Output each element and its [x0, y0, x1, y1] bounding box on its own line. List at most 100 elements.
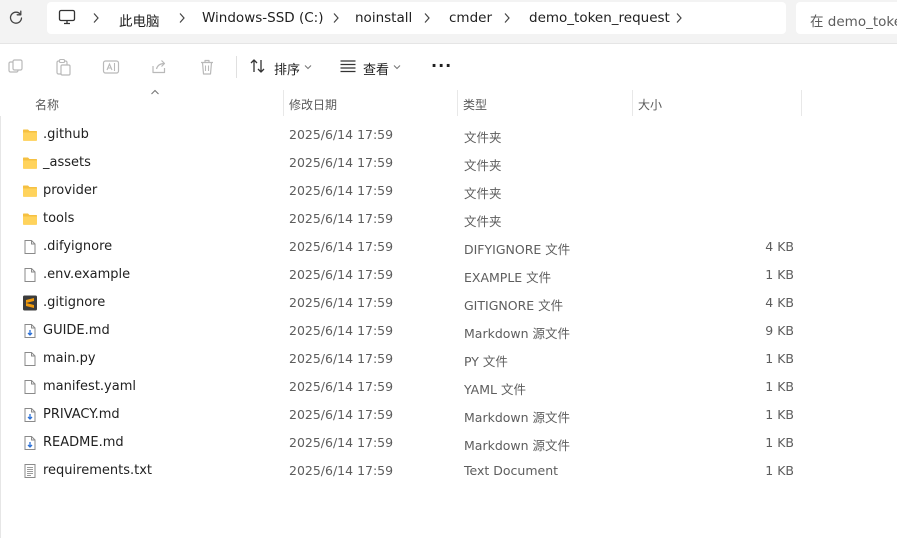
file-icon: [22, 267, 38, 283]
folder-icon: [22, 211, 38, 227]
file-date: 2025/6/14 17:59: [289, 211, 394, 226]
paste-icon[interactable]: [53, 57, 73, 77]
file-name: main.py: [43, 351, 96, 366]
chevron-right-icon[interactable]: [422, 12, 432, 24]
file-date: 2025/6/14 17:59: [289, 379, 394, 394]
file-name: requirements.txt: [43, 463, 153, 478]
toolbar-divider: [236, 56, 237, 78]
share-icon[interactable]: [149, 57, 169, 77]
search-box[interactable]: 在 demo_token_request 中搜索: [796, 2, 897, 34]
computer-icon[interactable]: [58, 9, 76, 25]
markdown-file-icon: [22, 407, 38, 423]
file-type: Markdown 源文件: [464, 438, 571, 453]
column-header-type-label: 类型: [463, 98, 488, 112]
file-date: 2025/6/14 17:59: [289, 435, 394, 450]
column-divider[interactable]: [801, 90, 802, 116]
refresh-icon[interactable]: [6, 8, 26, 28]
file-name: GUIDE.md: [43, 323, 110, 338]
column-header-name[interactable]: 名称: [0, 89, 283, 116]
file-name: .difyignore: [43, 239, 113, 254]
file-row[interactable]: .env.example 2025/6/14 17:59 EXAMPLE 文件 1 K…: [0, 261, 897, 289]
column-header-name-label: 名称: [35, 98, 60, 112]
file-row[interactable]: GUIDE.md 2025/6/14 17:59 Markdown 源文件 9 KB: [0, 317, 897, 345]
rename-icon[interactable]: [101, 57, 121, 77]
breadcrumb-item-demo-token-request[interactable]: demo_token_request: [529, 10, 670, 26]
file-row[interactable]: .difyignore 2025/6/14 17:59 DIFYIGNORE 文件 4…: [0, 233, 897, 261]
more-options-button[interactable]: ···: [427, 55, 457, 79]
cut-icon[interactable]: [6, 57, 26, 77]
folder-icon: [22, 127, 38, 143]
markdown-file-icon: [22, 323, 38, 339]
file-date: 2025/6/14 17:59: [289, 183, 394, 198]
search-input[interactable]: 在 demo_token_request 中搜索: [810, 10, 897, 30]
breadcrumb-item-this-pc[interactable]: 此电脑: [119, 10, 160, 30]
file-date: 2025/6/14 17:59: [289, 463, 394, 478]
view-button[interactable]: 查看: [337, 55, 407, 79]
column-header-date[interactable]: 修改日期: [284, 90, 457, 116]
file-name: README.md: [43, 435, 124, 450]
file-row[interactable]: provider 2025/6/14 17:59 文件夹: [0, 177, 897, 205]
file-date: 2025/6/14 17:59: [289, 239, 394, 254]
file-type: EXAMPLE 文件: [464, 270, 552, 285]
file-name: tools: [43, 211, 75, 226]
file-date: 2025/6/14 17:59: [289, 155, 394, 170]
folder-icon: [22, 155, 38, 171]
file-size: 4 KB: [765, 295, 794, 310]
file-date: 2025/6/14 17:59: [289, 407, 394, 422]
breadcrumb-item-noinstall[interactable]: noinstall: [355, 10, 412, 26]
file-size: 1 KB: [765, 267, 794, 282]
file-row[interactable]: README.md 2025/6/14 17:59 Markdown 源文件 1 KB: [0, 429, 897, 457]
file-date: 2025/6/14 17:59: [289, 127, 394, 142]
file-size: 1 KB: [765, 435, 794, 450]
file-row[interactable]: _assets 2025/6/14 17:59 文件夹: [0, 149, 897, 177]
file-type: PY 文件: [464, 354, 508, 369]
chevron-right-icon[interactable]: [177, 12, 187, 24]
file-size: 1 KB: [765, 379, 794, 394]
column-header-date-label: 修改日期: [289, 98, 338, 112]
file-type: DIFYIGNORE 文件: [464, 242, 571, 257]
markdown-file-icon: [22, 435, 38, 451]
file-row[interactable]: main.py 2025/6/14 17:59 PY 文件 1 KB: [0, 345, 897, 373]
breadcrumb-item-drive[interactable]: Windows-SSD (C:): [202, 10, 323, 26]
file-type: GITIGNORE 文件: [464, 298, 564, 313]
sort-label: 排序: [274, 63, 301, 78]
chevron-right-icon[interactable]: [674, 12, 684, 24]
view-label: 查看: [363, 63, 390, 78]
file-name: manifest.yaml: [43, 379, 136, 394]
file-type: 文件夹: [464, 186, 502, 201]
chevron-right-icon[interactable]: [502, 12, 512, 24]
chevron-right-icon[interactable]: [331, 12, 341, 24]
more-icon: ···: [431, 56, 453, 75]
file-type: 文件夹: [464, 214, 502, 229]
file-row[interactable]: .github 2025/6/14 17:59 文件夹: [0, 121, 897, 149]
file-icon: [22, 351, 38, 367]
file-row[interactable]: PRIVACY.md 2025/6/14 17:59 Markdown 源文件 1 K…: [0, 401, 897, 429]
file-name: .github: [43, 127, 89, 142]
chevron-right-icon[interactable]: [91, 12, 101, 24]
sort-icon: [250, 59, 265, 73]
column-header-type[interactable]: 类型: [458, 90, 632, 116]
column-header-size[interactable]: 大小: [633, 90, 801, 116]
breadcrumb[interactable]: 此电脑 Windows-SSD (C:) noinstall cmder dem…: [47, 2, 786, 34]
file-name: provider: [43, 183, 98, 198]
file-row[interactable]: manifest.yaml 2025/6/14 17:59 YAML 文件 1 KB: [0, 373, 897, 401]
sort-button[interactable]: 排序: [247, 55, 317, 79]
file-row[interactable]: .gitignore 2025/6/14 17:59 GITIGNORE 文件 4 K…: [0, 289, 897, 317]
file-size: 1 KB: [765, 407, 794, 422]
chevron-down-icon: [304, 65, 312, 70]
file-size: 9 KB: [765, 323, 794, 338]
breadcrumb-item-cmder[interactable]: cmder: [449, 10, 492, 26]
sublime-file-icon: [22, 295, 38, 311]
file-type: Markdown 源文件: [464, 410, 571, 425]
file-row[interactable]: tools 2025/6/14 17:59 文件夹: [0, 205, 897, 233]
file-row[interactable]: requirements.txt 2025/6/14 17:59 Text Docu…: [0, 457, 897, 485]
chevron-down-icon: [393, 65, 401, 70]
delete-icon[interactable]: [197, 57, 217, 77]
file-size: 4 KB: [765, 239, 794, 254]
file-date: 2025/6/14 17:59: [289, 295, 394, 310]
file-date: 2025/6/14 17:59: [289, 323, 394, 338]
file-type: 文件夹: [464, 130, 502, 145]
file-icon: [22, 239, 38, 255]
file-size: 1 KB: [765, 463, 794, 478]
file-date: 2025/6/14 17:59: [289, 267, 394, 282]
